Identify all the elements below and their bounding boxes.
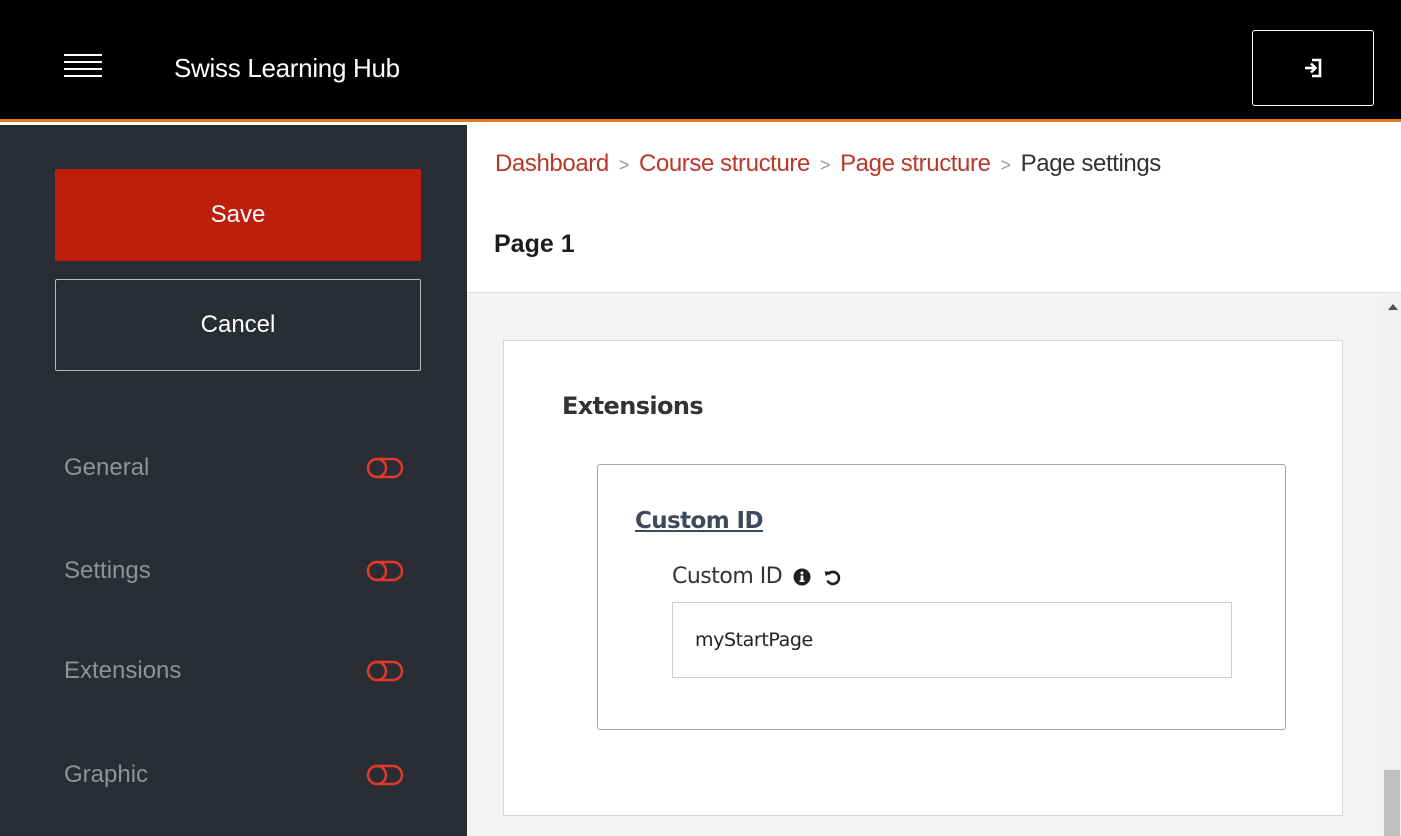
save-button[interactable]: Save [55,169,421,261]
breadcrumb-separator: > [618,155,630,175]
sidebar-item-settings[interactable]: Settings [64,551,404,591]
top-bar: Swiss Learning Hub [0,0,1401,122]
cancel-button[interactable]: Cancel [55,279,421,371]
toggle-icon [366,457,404,479]
breadcrumb-dashboard-link[interactable]: Dashboard [495,150,609,177]
hamburger-menu-icon[interactable] [64,54,102,82]
sidebar-item-general[interactable]: General [64,448,404,488]
custom-id-field-header: Custom ID [672,564,842,589]
sidebar-item-label: Graphic [64,761,149,788]
sidebar-item-label: Settings [64,557,151,584]
info-icon[interactable] [792,567,812,587]
scrollbar[interactable] [1383,293,1401,836]
breadcrumb-current: Page settings [1020,150,1162,177]
custom-id-section-link[interactable]: Custom ID [635,508,764,534]
undo-icon[interactable] [822,567,842,587]
custom-id-label: Custom ID [672,564,783,589]
custom-id-input[interactable] [672,602,1232,678]
sign-out-icon [1305,58,1322,78]
scrollbar-thumb[interactable] [1384,770,1400,836]
sidebar-item-label: Extensions [64,657,182,684]
breadcrumb-separator: > [819,155,831,175]
toggle-icon [366,660,404,682]
page-title: Page 1 [494,230,575,258]
breadcrumb-course-structure-link[interactable]: Course structure [639,150,810,177]
sidebar-item-graphic[interactable]: Graphic [64,755,404,795]
scroll-up-arrow-icon[interactable] [1388,304,1398,310]
custom-id-panel [597,464,1286,730]
sidebar-item-extensions[interactable]: Extensions [64,651,404,691]
logout-button[interactable] [1252,30,1374,106]
breadcrumb-page-structure-link[interactable]: Page structure [840,150,991,177]
toggle-icon [366,560,404,582]
extensions-heading: Extensions [562,392,704,420]
breadcrumb-separator: > [1000,155,1012,175]
breadcrumb: Dashboard > Course structure > Page structur… [495,150,1161,178]
app-title: Swiss Learning Hub [174,53,400,83]
toggle-icon [366,764,404,786]
sidebar-item-label: General [64,454,150,481]
sidebar: Save Cancel General Settings Extensions … [0,125,467,836]
